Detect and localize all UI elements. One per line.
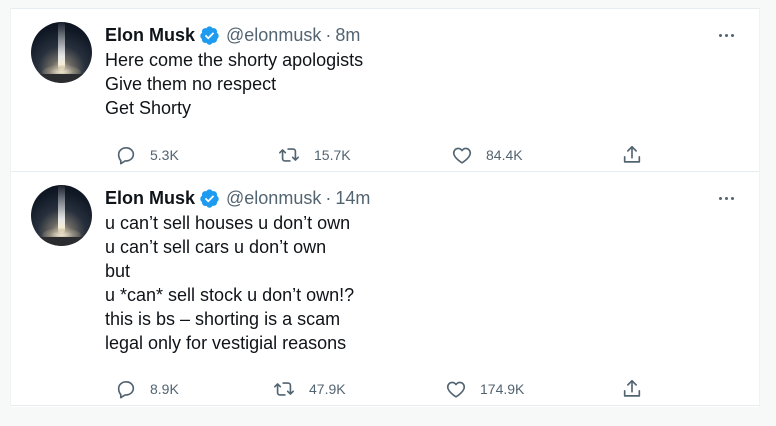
retweet-count: 47.9K [309,381,346,397]
share-button[interactable] [621,378,643,400]
verified-badge-icon [200,25,219,45]
tweet-header: Elon Musk @elonmusk · 14m [105,185,739,211]
separator-dot: · [325,187,332,208]
tweet-text-line: u can’t sell houses u don’t own [105,213,351,233]
tweet-timestamp[interactable]: 14m [335,188,370,209]
tweet-text: Here come the shorty apologists Give the… [105,48,739,120]
more-icon[interactable] [713,26,739,44]
tweet-text-line: Get Shorty [105,98,192,118]
reply-button[interactable]: 8.9K [115,378,179,400]
reply-icon [117,381,135,399]
tweet-text-line: but [105,261,131,281]
share-icon [623,379,641,397]
tweet-text: u can’t sell houses u don’t own u can’t … [105,211,739,355]
share-icon [623,145,641,163]
verified-badge-icon [200,188,219,208]
author-handle[interactable]: @elonmusk [226,25,321,46]
more-icon[interactable] [713,189,739,207]
reply-count: 5.3K [150,147,179,163]
tweet[interactable]: Elon Musk @elonmusk · 8m Here come the s… [11,9,759,172]
tweet[interactable]: Elon Musk @elonmusk · 14m u can’t sell h… [11,172,759,406]
tweet-text-line: Give them no respect [105,74,277,94]
separator-dot: · [325,24,332,45]
like-icon [446,381,466,398]
like-count: 174.9K [480,381,525,397]
reply-button[interactable]: 5.3K [115,144,179,166]
retweet-icon [279,148,299,162]
avatar[interactable] [31,185,92,246]
author-name[interactable]: Elon Musk [105,25,195,46]
like-button[interactable]: 84.4K [451,144,523,166]
avatar[interactable] [31,22,92,83]
tweet-feed: Elon Musk @elonmusk · 8m Here come the s… [10,8,760,407]
author-name[interactable]: Elon Musk [105,188,195,209]
like-count: 84.4K [486,147,523,163]
author-handle[interactable]: @elonmusk [226,188,321,209]
tweet-header: Elon Musk @elonmusk · 8m [105,22,739,48]
tweet-text-line: legal only for vestigial reasons [105,333,347,353]
retweet-button[interactable]: 47.9K [272,378,346,400]
tweet-text-line: this is bs – shorting is a scam [105,309,341,329]
tweet-text-line: u *can* sell stock u don’t own!? [105,285,355,305]
tweet-text-line: Here come the shorty apologists [105,50,364,70]
reply-icon [117,147,135,165]
reply-count: 8.9K [150,381,179,397]
retweet-button[interactable]: 15.7K [277,144,351,166]
retweet-icon [274,382,294,396]
tweet-text-line: u can’t sell cars u don’t own [105,237,327,257]
retweet-count: 15.7K [314,147,351,163]
like-icon [452,147,472,164]
like-button[interactable]: 174.9K [445,378,524,400]
share-button[interactable] [621,144,643,166]
tweet-timestamp[interactable]: 8m [335,25,360,46]
